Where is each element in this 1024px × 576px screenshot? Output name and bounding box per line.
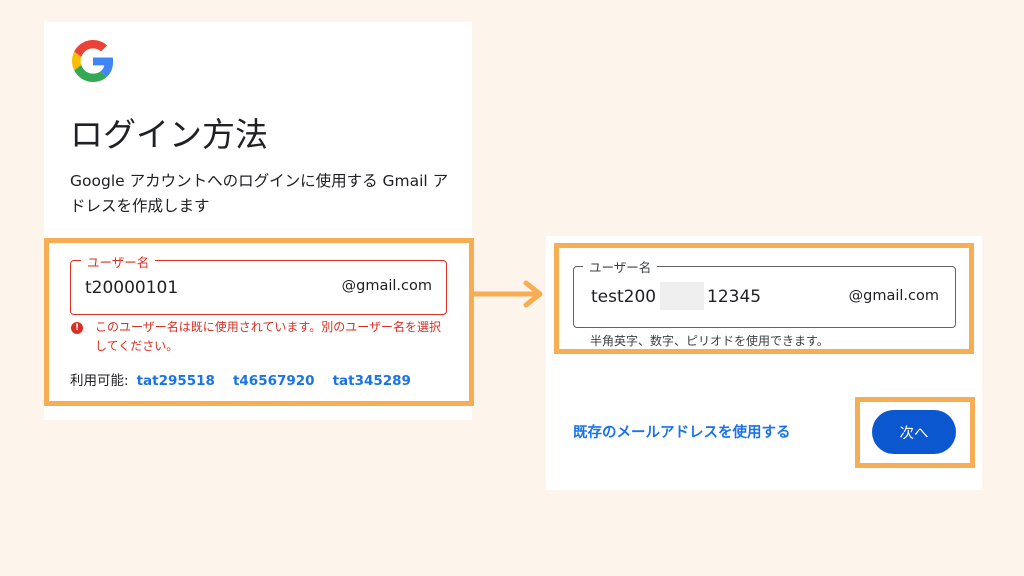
highlight-box-right bbox=[554, 243, 974, 354]
page-title: ログイン方法 bbox=[70, 115, 268, 154]
highlight-box-next-button bbox=[855, 397, 975, 468]
page-description: Google アカウントへのログインに使用する Gmail アドレスを作成します bbox=[70, 172, 449, 215]
google-logo-icon bbox=[72, 40, 114, 82]
highlight-box-left bbox=[44, 238, 474, 406]
use-existing-email-link[interactable]: 既存のメールアドレスを使用する bbox=[573, 421, 791, 442]
arrow-right-icon bbox=[474, 280, 543, 308]
